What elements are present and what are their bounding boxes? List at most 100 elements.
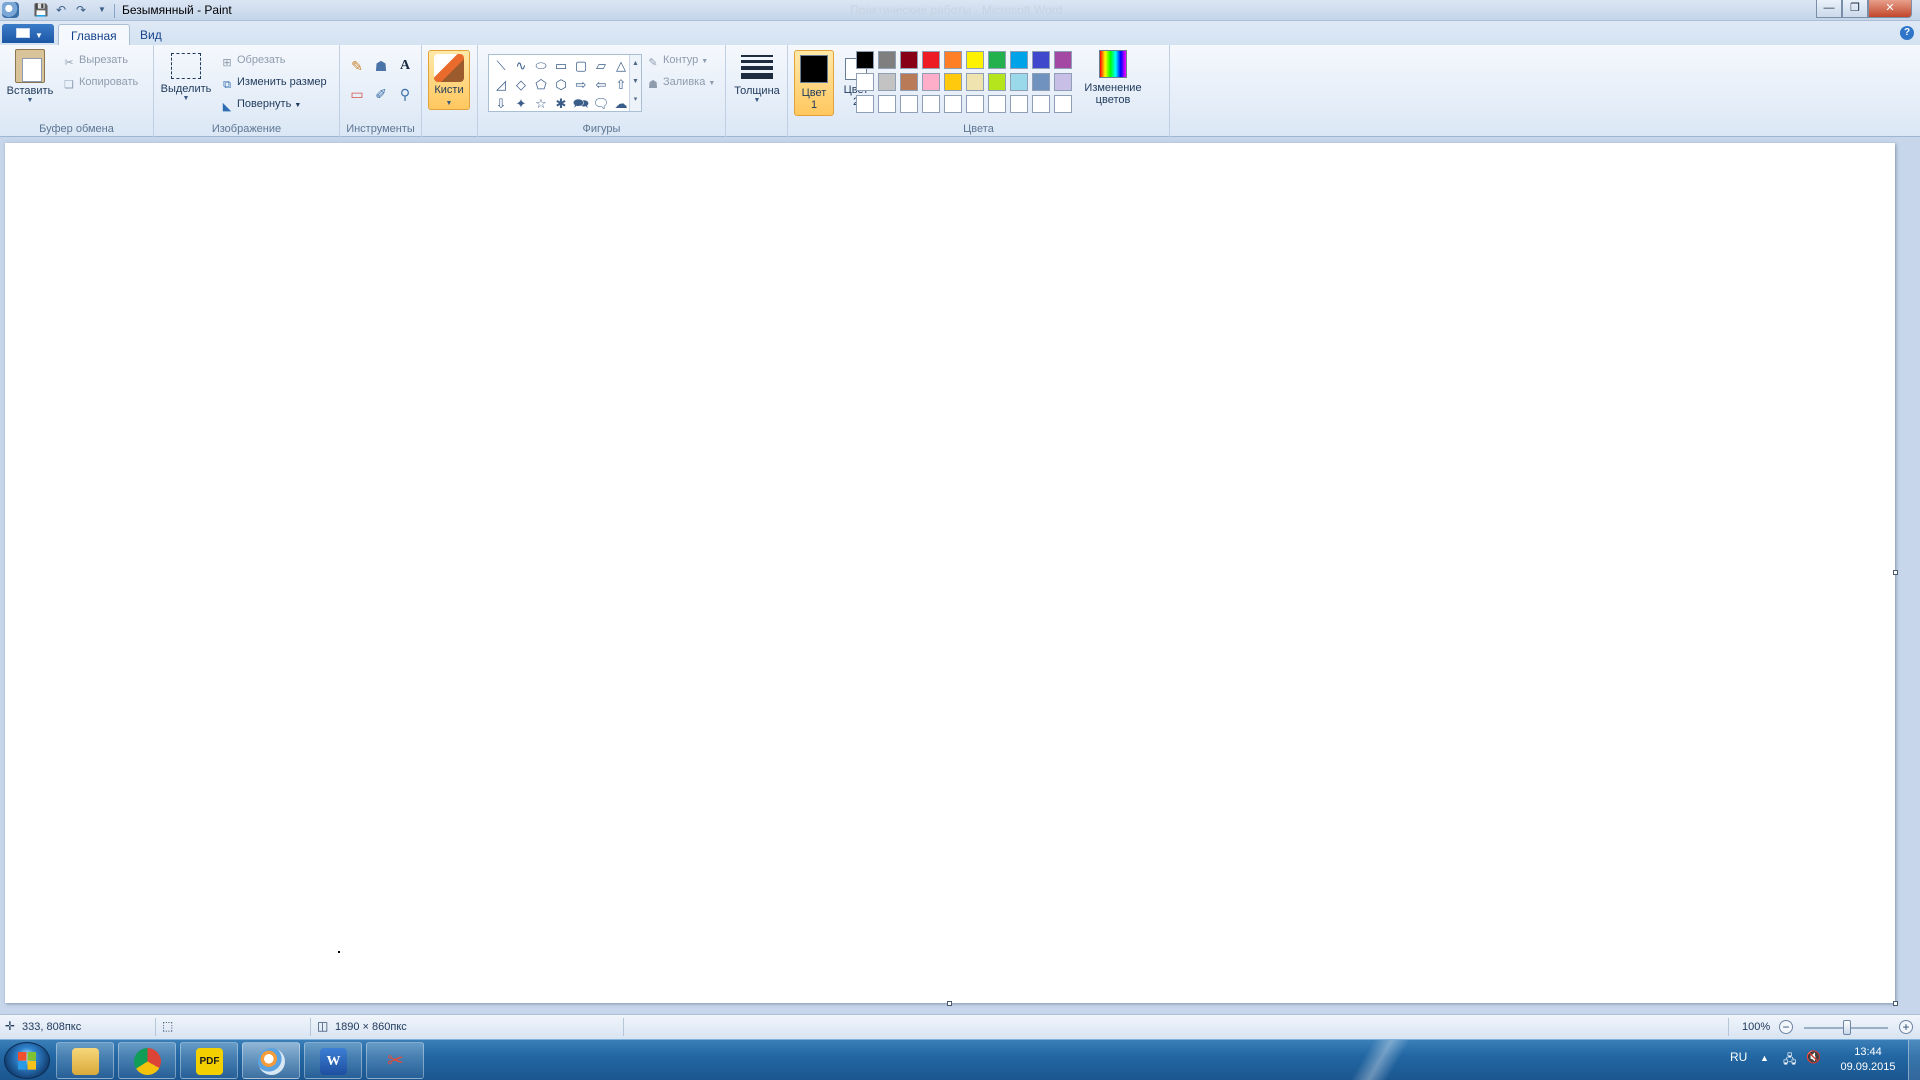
palette-swatch[interactable]: [900, 73, 918, 91]
tray-clock[interactable]: 13:44 09.09.2015: [1836, 1045, 1900, 1075]
shapes-scroll[interactable]: ▲ ▼ ▾: [629, 55, 641, 111]
cut-button[interactable]: ✂ Вырезать: [62, 51, 128, 69]
oval-shape-icon[interactable]: ⬭: [531, 57, 551, 75]
palette-swatch[interactable]: [900, 51, 918, 69]
palette-swatch[interactable]: [988, 73, 1006, 91]
resize-button[interactable]: ⧉ Изменить размер: [220, 73, 327, 91]
minimize-button[interactable]: —: [1816, 0, 1842, 18]
right-arrow-shape-icon[interactable]: ⇨: [571, 76, 591, 94]
resize-handle-bottom[interactable]: [947, 1001, 952, 1006]
palette-swatch[interactable]: [1010, 51, 1028, 69]
crop-button[interactable]: ⊞ Обрезать: [220, 51, 285, 69]
copy-button[interactable]: ❏ Копировать: [62, 73, 138, 91]
four-point-star-icon[interactable]: ✦: [511, 95, 531, 113]
color-picker-icon[interactable]: ✐: [370, 83, 392, 105]
redo-icon[interactable]: ↷: [72, 2, 90, 18]
network-icon[interactable]: 🖧: [1783, 1050, 1796, 1071]
palette-swatch[interactable]: [922, 51, 940, 69]
tab-view[interactable]: Вид: [128, 24, 174, 45]
left-arrow-shape-icon[interactable]: ⇦: [591, 76, 611, 94]
right-triangle-shape-icon[interactable]: ◿: [491, 76, 511, 94]
zoom-in-button[interactable]: +: [1899, 1020, 1913, 1034]
custom-color-slot[interactable]: [900, 95, 918, 113]
paint-menu-button[interactable]: ▼: [2, 24, 54, 43]
zoom-out-button[interactable]: −: [1779, 1020, 1793, 1034]
oval-callout-icon[interactable]: 🗨: [591, 95, 611, 113]
volume-muted-icon[interactable]: 🔇: [1806, 1050, 1821, 1064]
curve-shape-icon[interactable]: ∿: [511, 57, 531, 75]
palette-swatch[interactable]: [856, 51, 874, 69]
line-shape-icon[interactable]: ⟍: [491, 57, 511, 75]
eraser-icon[interactable]: ▭: [346, 83, 368, 105]
palette-swatch[interactable]: [966, 73, 984, 91]
custom-color-slot[interactable]: [988, 95, 1006, 113]
triangle-shape-icon[interactable]: △: [611, 57, 631, 75]
start-button[interactable]: [4, 1042, 50, 1079]
pentagon-shape-icon[interactable]: ⬠: [531, 76, 551, 94]
text-tool-icon[interactable]: A: [394, 55, 416, 77]
language-indicator[interactable]: RU: [1730, 1050, 1747, 1064]
five-point-star-icon[interactable]: ☆: [531, 95, 551, 113]
rect-callout-icon[interactable]: 🗪: [571, 95, 591, 113]
help-icon[interactable]: ?: [1900, 26, 1914, 40]
taskbar-word[interactable]: W: [304, 1042, 362, 1079]
select-button[interactable]: Выделить ▼: [158, 49, 214, 103]
fill-bucket-icon[interactable]: ☗: [370, 55, 392, 77]
resize-handle-right[interactable]: [1893, 570, 1898, 575]
taskbar-pdf[interactable]: PDF: [180, 1042, 238, 1079]
palette-swatch[interactable]: [1032, 73, 1050, 91]
zoom-slider-thumb[interactable]: [1843, 1020, 1851, 1035]
pencil-icon[interactable]: ✎: [346, 55, 368, 77]
custom-color-slot[interactable]: [922, 95, 940, 113]
customize-icon[interactable]: ▼: [93, 2, 111, 18]
brushes-button[interactable]: Кисти ▼: [428, 50, 470, 110]
custom-color-slot[interactable]: [856, 95, 874, 113]
maximize-button[interactable]: ❐: [1842, 0, 1868, 18]
rounded-rectangle-shape-icon[interactable]: ▢: [571, 57, 591, 75]
palette-swatch[interactable]: [944, 51, 962, 69]
drawing-canvas[interactable]: [5, 143, 1895, 1003]
outline-button[interactable]: ✎ Контур ▼: [646, 51, 708, 69]
palette-swatch[interactable]: [856, 73, 874, 91]
palette-swatch[interactable]: [878, 73, 896, 91]
taskbar-chrome[interactable]: [118, 1042, 176, 1079]
fill-button[interactable]: ☗ Заливка ▼: [646, 73, 715, 91]
undo-icon[interactable]: ↶: [52, 2, 70, 18]
custom-color-slot[interactable]: [878, 95, 896, 113]
resize-handle-corner[interactable]: [1893, 1001, 1898, 1006]
palette-swatch[interactable]: [1054, 73, 1072, 91]
hexagon-shape-icon[interactable]: ⬡: [551, 76, 571, 94]
custom-color-slot[interactable]: [1010, 95, 1028, 113]
custom-color-slot[interactable]: [966, 95, 984, 113]
custom-color-slot[interactable]: [1054, 95, 1072, 113]
palette-swatch[interactable]: [944, 73, 962, 91]
taskbar-paint[interactable]: [242, 1042, 300, 1079]
palette-swatch[interactable]: [966, 51, 984, 69]
custom-color-slot[interactable]: [944, 95, 962, 113]
magnifier-icon[interactable]: ⚲: [394, 83, 416, 105]
palette-swatch[interactable]: [1032, 51, 1050, 69]
edit-colors-button[interactable]: Изменение цветов: [1078, 50, 1148, 106]
close-button[interactable]: ✕: [1868, 0, 1912, 18]
palette-swatch[interactable]: [1010, 73, 1028, 91]
show-desktop-button[interactable]: [1908, 1040, 1920, 1080]
palette-swatch[interactable]: [922, 73, 940, 91]
cloud-callout-icon[interactable]: ☁: [611, 95, 631, 113]
paint-app-icon[interactable]: [2, 2, 19, 18]
taskbar-explorer[interactable]: [56, 1042, 114, 1079]
rectangle-shape-icon[interactable]: ▭: [551, 57, 571, 75]
palette-swatch[interactable]: [1054, 51, 1072, 69]
save-icon[interactable]: 💾: [32, 2, 50, 18]
diamond-shape-icon[interactable]: ◇: [511, 76, 531, 94]
six-point-star-icon[interactable]: ✱: [551, 95, 571, 113]
down-arrow-shape-icon[interactable]: ⇩: [491, 95, 511, 113]
color1-button[interactable]: Цвет 1: [794, 50, 834, 116]
palette-swatch[interactable]: [988, 51, 1006, 69]
taskbar-snipping[interactable]: ✂: [366, 1042, 424, 1079]
size-button[interactable]: Толщина ▼: [730, 49, 784, 105]
tray-expand-icon[interactable]: ▲: [1760, 1053, 1769, 1063]
polygon-shape-icon[interactable]: ▱: [591, 57, 611, 75]
tab-home[interactable]: Главная: [58, 24, 130, 45]
rotate-button[interactable]: ◣ Повернуть ▼: [220, 95, 302, 113]
up-arrow-shape-icon[interactable]: ⇧: [611, 76, 631, 94]
